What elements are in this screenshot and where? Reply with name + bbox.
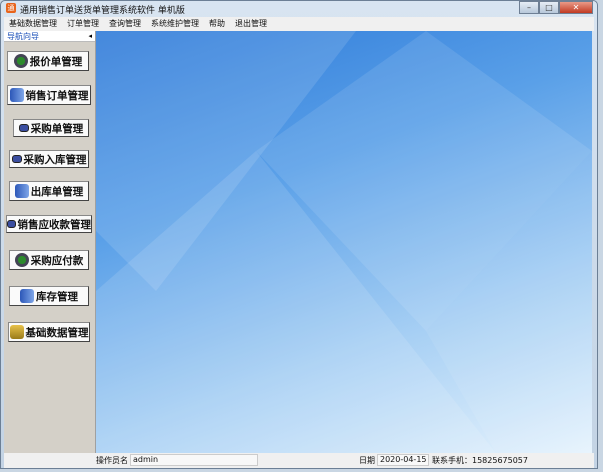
status-bar: 操作员名 admin 日期 2020-04-15 联系手机：1582567505…: [4, 453, 594, 468]
nav-panel: 导航向导 ◂ 报价单管理 销售订单管理 采购单管理 采购入库管理 出库单管理 销售…: [4, 31, 96, 453]
operator-field: admin: [130, 454, 258, 466]
app-icon: 通: [6, 3, 16, 13]
nav-purchase-in-button[interactable]: 采购入库管理: [9, 150, 89, 168]
database-icon: [9, 325, 24, 339]
money-bag-icon: [14, 253, 29, 267]
operator-label: 操作员名: [96, 456, 128, 465]
main-window: 通 通用销售订单送货单管理系统软件 单机版 – □ ✕ 基础数据管理 订单管理 …: [0, 0, 598, 469]
window-icon: [11, 155, 22, 163]
window-icon: [18, 124, 29, 132]
book-edit-icon: [14, 184, 29, 198]
date-field: 2020-04-15: [377, 454, 429, 466]
book-edit-icon: [20, 289, 34, 303]
menu-orders[interactable]: 订单管理: [62, 17, 104, 31]
date-label: 日期: [359, 456, 375, 465]
menu-basic-data[interactable]: 基础数据管理: [4, 17, 62, 31]
minimize-button[interactable]: –: [519, 1, 539, 14]
nav-outbound-button[interactable]: 出库单管理: [9, 181, 89, 201]
phone-text: 联系手机：15825675057: [432, 456, 528, 465]
nav-header: 导航向导 ◂: [4, 31, 95, 42]
menu-exit[interactable]: 退出管理: [230, 17, 272, 31]
menu-system[interactable]: 系统维护管理: [146, 17, 204, 31]
button-label: 出库单管理: [30, 185, 84, 198]
button-label: 基础数据管理: [25, 326, 89, 339]
nav-basic-data-button[interactable]: 基础数据管理: [8, 322, 90, 342]
window-icon: [7, 220, 16, 228]
nav-header-label: 导航向导: [7, 32, 39, 41]
book-edit-icon: [9, 88, 24, 102]
money-bag-icon: [13, 54, 28, 68]
nav-receivable-button[interactable]: 销售应收款管理: [6, 215, 92, 233]
button-label: 采购单管理: [30, 122, 84, 135]
button-label: 采购入库管理: [23, 153, 87, 166]
nav-sales-order-button[interactable]: 销售订单管理: [7, 85, 91, 105]
nav-quote-button[interactable]: 报价单管理: [7, 51, 89, 71]
menu-bar: 基础数据管理 订单管理 查询管理 系统维护管理 帮助 退出管理: [4, 17, 594, 31]
workspace-background: [96, 31, 592, 453]
button-label: 销售应收款管理: [17, 218, 92, 231]
button-label: 报价单管理: [29, 55, 83, 68]
button-label: 库存管理: [36, 290, 78, 303]
menu-help[interactable]: 帮助: [204, 17, 230, 31]
window-title: 通用销售订单送货单管理系统软件 单机版: [20, 6, 185, 16]
close-button[interactable]: ✕: [559, 1, 593, 14]
nav-purchase-button[interactable]: 采购单管理: [13, 119, 89, 137]
collapse-icon[interactable]: ◂: [88, 31, 92, 42]
maximize-button[interactable]: □: [539, 1, 559, 14]
title-bar: 通 通用销售订单送货单管理系统软件 单机版 – □ ✕: [1, 1, 597, 16]
nav-payable-button[interactable]: 采购应付款: [9, 250, 89, 270]
menu-query[interactable]: 查询管理: [104, 17, 146, 31]
button-label: 销售订单管理: [25, 89, 89, 102]
nav-inventory-button[interactable]: 库存管理: [9, 286, 89, 306]
background-pattern: [96, 31, 592, 453]
button-label: 采购应付款: [30, 254, 84, 267]
